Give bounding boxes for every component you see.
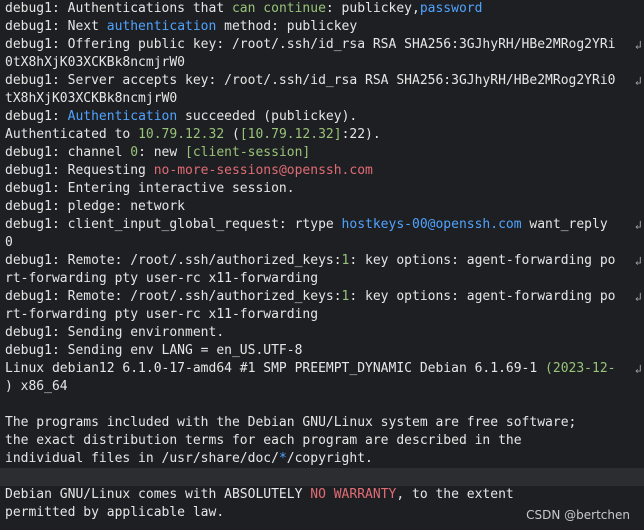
terminal-text-segment: debug1: Sending environment. xyxy=(5,325,225,340)
terminal-line: debug1: Remote: /root/.ssh/authorized_ke… xyxy=(5,252,615,270)
terminal-text-segment: debug1: Remote: /root/.ssh/authorized_ke… xyxy=(5,253,342,268)
terminal-line: debug1: Remote: /root/.ssh/authorized_ke… xyxy=(5,288,615,306)
terminal-text-segment: debug1: Offering public key: /root/.ssh/… xyxy=(5,37,616,52)
terminal-line: debug1: client_input_global_request: rty… xyxy=(5,216,615,234)
terminal-line: tX8hXjK03XCKBk8ncmjrW0 xyxy=(5,90,177,108)
terminal-text-segment: authentication xyxy=(106,19,217,34)
terminal-text-segment: 0 xyxy=(130,145,139,160)
terminal-line: rt-forwarding pty user-rc x11-forwarding xyxy=(5,306,318,324)
terminal-line: debug1: Requesting no-more-sessions@open… xyxy=(5,162,373,180)
terminal-text-segment: rt-forwarding pty user-rc x11-forwarding xyxy=(5,307,319,322)
terminal-line: debug1: Next authentication method: publ… xyxy=(5,18,357,36)
terminal-text-segment: no-more-sessions@openssh.com xyxy=(153,163,373,178)
terminal-window[interactable]: debug1: Authentications that can continu… xyxy=(0,0,644,530)
terminal-text-segment: tX8hXjK03XCKBk8ncmjrW0 xyxy=(5,91,178,106)
terminal-text-segment: (2023-12- xyxy=(545,361,616,376)
terminal-text-segment: : key options: agent-forwarding po xyxy=(349,253,616,268)
terminal-text-segment: want_reply xyxy=(521,217,616,232)
terminal-text-segment: method: publickey xyxy=(216,19,358,34)
terminal-text-segment: , to the extent xyxy=(396,487,514,502)
terminal-line: 0tX8hXjK03XCKBk8ncmjrW0 xyxy=(5,54,185,72)
terminal-line: permitted by applicable law. xyxy=(5,504,224,522)
terminal-text-segment: individual files in /usr/share/doc/ xyxy=(5,451,279,466)
terminal-line: ) x86_64 xyxy=(5,378,68,396)
terminal-text-segment: debug1: Next xyxy=(5,19,107,34)
terminal-line: debug1: pledge: network xyxy=(5,198,185,216)
terminal-text-segment: debug1: Requesting xyxy=(5,163,154,178)
terminal-text-segment: Authentication xyxy=(67,109,178,124)
terminal-text-segment: debug1: Sending env LANG = en_US.UTF-8 xyxy=(5,343,303,358)
terminal-text-segment: Authenticated to xyxy=(5,127,139,142)
terminal-text-segment: 10.79.12.32 xyxy=(138,127,225,142)
terminal-line: Debian GNU/Linux comes with ABSOLUTELY N… xyxy=(5,486,514,504)
terminal-text-segment: debug1: pledge: network xyxy=(5,199,186,214)
terminal-text-segment: : key options: agent-forwarding po xyxy=(349,289,616,304)
terminal-text-segment: 0 xyxy=(5,235,13,250)
terminal-text-segment: permitted by applicable law. xyxy=(5,505,225,520)
terminal-text-segment: the exact distribution terms for each pr… xyxy=(5,433,522,448)
terminal-text-segment: debug1: xyxy=(5,109,68,124)
terminal-line: Authenticated to 10.79.12.32 ([10.79.12.… xyxy=(5,126,381,144)
terminal-line: Linux debian12 6.1.0-17-amd64 #1 SMP PRE… xyxy=(5,360,616,378)
terminal-text-segment: debug1: Entering interactive session. xyxy=(5,181,295,196)
terminal-text-segment: debug1: Remote: /root/.ssh/authorized_ke… xyxy=(5,289,342,304)
terminal-text-segment: rt-forwarding pty user-rc x11-forwarding xyxy=(5,271,319,286)
terminal-line: rt-forwarding pty user-rc x11-forwarding xyxy=(5,270,318,288)
terminal-text-segment: Debian GNU/Linux comes with ABSOLUTELY xyxy=(5,487,311,502)
terminal-line: debug1: Sending env LANG = en_US.UTF-8 xyxy=(5,342,302,360)
terminal-text-segment: [10.79.12.32] xyxy=(239,127,342,142)
terminal-text-segment: debug1: Authentications that xyxy=(5,1,232,16)
terminal-text-segment: : new xyxy=(138,145,186,160)
terminal-line: 0 xyxy=(5,234,13,252)
line-wrap-icon: ↲ xyxy=(634,254,642,268)
line-wrap-icon: ↲ xyxy=(634,74,642,88)
terminal-text-segment: Linux debian12 6.1.0-17-amd64 #1 SMP PRE… xyxy=(5,361,546,376)
terminal-line: The programs included with the Debian GN… xyxy=(5,414,576,432)
terminal-text-segment: * xyxy=(278,451,287,466)
terminal-text-segment: :22). xyxy=(341,127,381,142)
line-wrap-icon: ↲ xyxy=(634,362,642,376)
terminal-line: the exact distribution terms for each pr… xyxy=(5,432,522,450)
terminal-text-segment: debug1: Server accepts key: /root/.ssh/i… xyxy=(5,73,616,88)
line-wrap-icon: ↲ xyxy=(634,38,642,52)
line-wrap-icon: ↲ xyxy=(634,218,642,232)
terminal-text-segment: debug1: client_input_global_request: rty… xyxy=(5,217,342,232)
terminal-text-segment: can continue xyxy=(231,1,326,16)
terminal-line: debug1: Server accepts key: /root/.ssh/i… xyxy=(5,72,615,90)
terminal-line: debug1: Authentications that can continu… xyxy=(5,0,482,18)
terminal-line: debug1: channel 0: new [client-session] xyxy=(5,144,310,162)
terminal-text-segment: The programs included with the Debian GN… xyxy=(5,415,577,430)
terminal-text-segment: : publickey, xyxy=(325,1,420,16)
terminal-text-segment: ) x86_64 xyxy=(5,379,68,394)
terminal-line: debug1: Sending environment. xyxy=(5,324,224,342)
terminal-line: debug1: Entering interactive session. xyxy=(5,180,295,198)
terminal-text-segment: debug1: channel xyxy=(5,145,131,160)
terminal-text-segment: /copyright. xyxy=(286,451,373,466)
terminal-line: debug1: Offering public key: /root/.ssh/… xyxy=(5,36,615,54)
terminal-text-segment: succeeded (publickey). xyxy=(177,109,358,124)
terminal-text-segment: NO WARRANTY xyxy=(310,487,397,502)
terminal-text-segment: password xyxy=(419,1,483,16)
line-wrap-icon: ↲ xyxy=(634,290,642,304)
terminal-text-segment: ( xyxy=(224,127,240,142)
terminal-text-segment: hostkeys-00@openssh.com xyxy=(341,217,522,232)
terminal-line: debug1: Authentication succeeded (public… xyxy=(5,108,357,126)
cursor-line-highlight xyxy=(0,468,644,486)
terminal-line: individual files in /usr/share/doc/*/cop… xyxy=(5,450,373,468)
terminal-text-segment: [client-session] xyxy=(185,145,311,160)
watermark: CSDN @bertchen xyxy=(526,508,630,522)
terminal-text-segment: 0tX8hXjK03XCKBk8ncmjrW0 xyxy=(5,55,186,70)
